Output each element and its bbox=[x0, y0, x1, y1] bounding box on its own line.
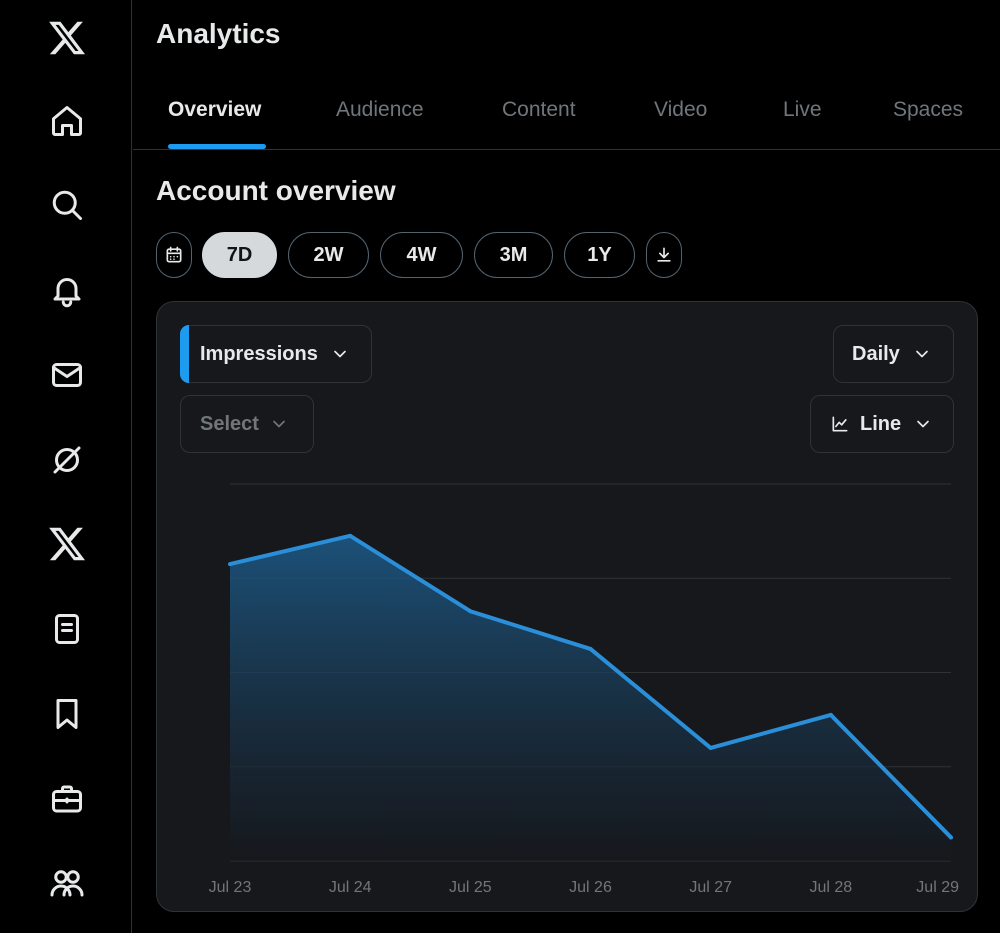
lists-icon[interactable] bbox=[43, 605, 91, 653]
series-area-fill bbox=[230, 535, 951, 861]
range-7d-button[interactable]: 7D bbox=[202, 232, 277, 278]
data-point[interactable] bbox=[708, 745, 713, 750]
chart-card: Impressions Select Daily Line Jul 23 Jul… bbox=[156, 301, 978, 912]
data-point[interactable] bbox=[468, 609, 473, 614]
data-point[interactable] bbox=[588, 646, 593, 651]
x-tick-label: Jul 24 bbox=[329, 879, 372, 896]
calendar-button[interactable] bbox=[156, 232, 192, 278]
home-icon[interactable] bbox=[43, 97, 91, 145]
x-tick-label: Jul 27 bbox=[689, 879, 732, 896]
bookmark-icon[interactable] bbox=[43, 690, 91, 738]
calendar-icon bbox=[166, 246, 182, 263]
tab-bar: Overview Audience Content Video Live Spa… bbox=[133, 74, 1000, 150]
data-point[interactable] bbox=[348, 533, 353, 538]
tab-live[interactable]: Live bbox=[783, 98, 822, 122]
tab-overview[interactable]: Overview bbox=[168, 98, 261, 122]
x-tick-label: Jul 28 bbox=[809, 879, 852, 896]
search-icon[interactable] bbox=[43, 181, 91, 229]
data-point[interactable] bbox=[228, 562, 232, 567]
x-logo-icon[interactable] bbox=[43, 14, 91, 62]
main-content: Analytics Overview Audience Content Vide… bbox=[133, 0, 1000, 933]
tab-video[interactable]: Video bbox=[654, 98, 707, 122]
tab-spaces[interactable]: Spaces bbox=[893, 98, 963, 122]
communities-icon[interactable] bbox=[43, 859, 91, 907]
impressions-chart: Jul 23 Jul 24 Jul 25 Jul 26 Jul 27 Jul 28 Jul … bbox=[209, 483, 959, 896]
x-tick-label: Jul 25 bbox=[449, 879, 492, 896]
active-tab-indicator bbox=[168, 144, 266, 149]
x-premium-icon[interactable] bbox=[43, 520, 91, 568]
sidebar bbox=[0, 0, 132, 933]
bell-icon[interactable] bbox=[43, 266, 91, 314]
x-tick-label: Jul 26 bbox=[569, 879, 612, 896]
download-icon bbox=[657, 247, 671, 262]
section-title: Account overview bbox=[156, 175, 396, 206]
data-point[interactable] bbox=[828, 712, 833, 717]
tab-content[interactable]: Content bbox=[502, 98, 576, 122]
range-3m-button[interactable]: 3M bbox=[474, 232, 553, 278]
tab-audience[interactable]: Audience bbox=[336, 98, 424, 122]
data-point[interactable] bbox=[949, 835, 953, 840]
download-button[interactable] bbox=[646, 232, 682, 278]
mail-icon[interactable] bbox=[43, 351, 91, 399]
briefcase-icon[interactable] bbox=[43, 775, 91, 823]
range-4w-button[interactable]: 4W bbox=[380, 232, 463, 278]
page-title: Analytics bbox=[156, 18, 281, 49]
x-tick-label: Jul 29 bbox=[916, 879, 959, 896]
range-1y-button[interactable]: 1Y bbox=[564, 232, 635, 278]
x-tick-label: Jul 23 bbox=[209, 879, 252, 896]
grok-icon[interactable] bbox=[43, 436, 91, 484]
range-2w-button[interactable]: 2W bbox=[288, 232, 369, 278]
